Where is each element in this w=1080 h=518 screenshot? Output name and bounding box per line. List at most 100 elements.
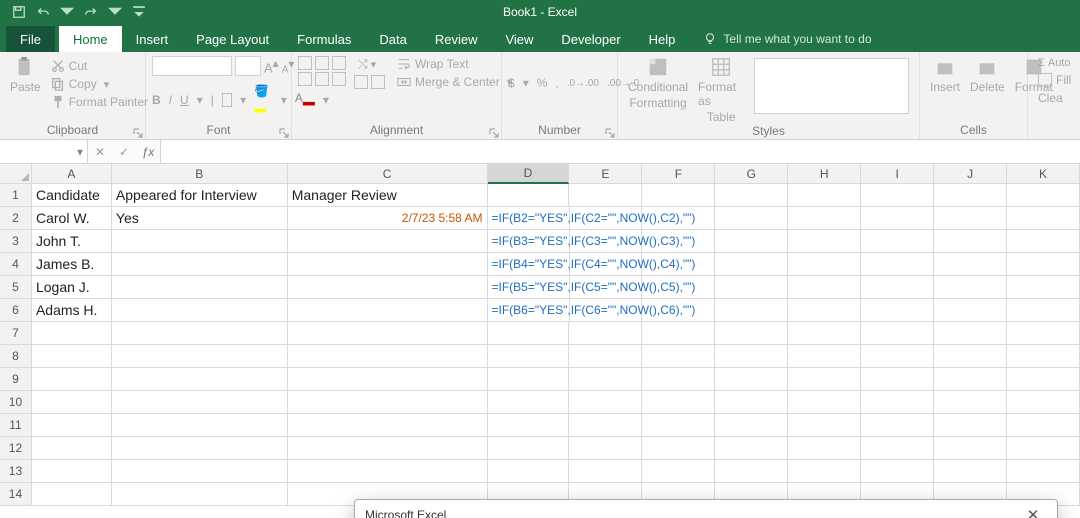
- chevron-down-icon[interactable]: ▾: [77, 145, 83, 159]
- worksheet-grid[interactable]: A B C D E F G H I J K 1CandidateAppeared…: [0, 164, 1080, 518]
- cell-A5[interactable]: Logan J.: [32, 276, 112, 299]
- cell-E13[interactable]: [569, 460, 642, 483]
- undo-icon[interactable]: [32, 1, 54, 23]
- cell-B7[interactable]: [112, 322, 288, 345]
- cell-B1[interactable]: Appeared for Interview: [112, 184, 288, 207]
- row-header[interactable]: 8: [0, 345, 32, 368]
- cell-F7[interactable]: [642, 322, 715, 345]
- cell-D4[interactable]: =IF(B4="YES",IF(C4="",NOW(),C4),""): [488, 253, 570, 276]
- cell-A10[interactable]: [32, 391, 112, 414]
- font-size-combo[interactable]: [235, 56, 261, 76]
- conditional-formatting-button[interactable]: Conditional Formatting: [624, 56, 692, 110]
- cell-C9[interactable]: [288, 368, 488, 391]
- cell-H6[interactable]: [788, 299, 861, 322]
- cell-I1[interactable]: [861, 184, 934, 207]
- cell-K6[interactable]: [1007, 299, 1080, 322]
- cell-H3[interactable]: [788, 230, 861, 253]
- align-mid-button[interactable]: [315, 56, 329, 70]
- cell-J4[interactable]: [934, 253, 1007, 276]
- clear-button[interactable]: Clea: [1034, 90, 1067, 106]
- cell-J11[interactable]: [934, 414, 1007, 437]
- cell-J5[interactable]: [934, 276, 1007, 299]
- cell-E9[interactable]: [569, 368, 642, 391]
- cell-J13[interactable]: [934, 460, 1007, 483]
- cell-I4[interactable]: [861, 253, 934, 276]
- cell-D8[interactable]: [488, 345, 570, 368]
- tab-developer[interactable]: Developer: [547, 26, 634, 52]
- increase-indent-button[interactable]: [371, 75, 385, 89]
- save-icon[interactable]: [8, 1, 30, 23]
- cell-A12[interactable]: [32, 437, 112, 460]
- tab-help[interactable]: Help: [635, 26, 690, 52]
- col-header-G[interactable]: G: [715, 164, 788, 184]
- format-as-table-button[interactable]: Format as Table: [694, 56, 748, 124]
- cell-J9[interactable]: [934, 368, 1007, 391]
- tell-me-search[interactable]: Tell me what you want to do: [689, 26, 885, 52]
- tab-review[interactable]: Review: [421, 26, 492, 52]
- cell-C13[interactable]: [288, 460, 488, 483]
- cell-A14[interactable]: [32, 483, 112, 506]
- decrease-indent-button[interactable]: [354, 75, 368, 89]
- cell-I10[interactable]: [861, 391, 934, 414]
- cell-H7[interactable]: [788, 322, 861, 345]
- cell-G10[interactable]: [715, 391, 788, 414]
- launcher-icon[interactable]: [133, 128, 143, 138]
- cell-C5[interactable]: [288, 276, 488, 299]
- col-header-H[interactable]: H: [788, 164, 861, 184]
- cell-C3[interactable]: [288, 230, 488, 253]
- cell-B6[interactable]: [112, 299, 288, 322]
- enter-formula-button[interactable]: ✓: [112, 140, 136, 163]
- cell-I11[interactable]: [861, 414, 934, 437]
- cell-C12[interactable]: [288, 437, 488, 460]
- cell-A11[interactable]: [32, 414, 112, 437]
- cell-C4[interactable]: [288, 253, 488, 276]
- col-header-D[interactable]: D: [488, 164, 570, 184]
- cell-A4[interactable]: James B.: [32, 253, 112, 276]
- launcher-icon[interactable]: [489, 128, 499, 138]
- cell-I8[interactable]: [861, 345, 934, 368]
- cell-J7[interactable]: [934, 322, 1007, 345]
- increase-decimal-button[interactable]: .0→.00: [567, 78, 599, 89]
- cell-K5[interactable]: [1007, 276, 1080, 299]
- col-header-K[interactable]: K: [1007, 164, 1080, 184]
- qat-customize-icon[interactable]: [128, 1, 150, 23]
- row-header[interactable]: 3: [0, 230, 32, 253]
- redo-icon[interactable]: [80, 1, 102, 23]
- cell-F12[interactable]: [642, 437, 715, 460]
- cell-D5[interactable]: =IF(B5="YES",IF(C5="",NOW(),C5),""): [488, 276, 570, 299]
- autosum-button[interactable]: Σ Auto: [1034, 56, 1074, 70]
- cell-G12[interactable]: [715, 437, 788, 460]
- cell-J3[interactable]: [934, 230, 1007, 253]
- cell-I13[interactable]: [861, 460, 934, 483]
- cell-I6[interactable]: [861, 299, 934, 322]
- cell-B13[interactable]: [112, 460, 288, 483]
- align-top-button[interactable]: [298, 56, 312, 70]
- cell-F1[interactable]: [642, 184, 715, 207]
- cell-K4[interactable]: [1007, 253, 1080, 276]
- row-header[interactable]: 9: [0, 368, 32, 391]
- cell-G3[interactable]: [715, 230, 788, 253]
- merge-center-button[interactable]: Merge & Center ▾: [393, 74, 516, 90]
- cell-B2[interactable]: Yes: [112, 207, 288, 230]
- cell-H2[interactable]: [788, 207, 861, 230]
- cell-D3[interactable]: =IF(B3="YES",IF(C3="",NOW(),C3),""): [488, 230, 570, 253]
- cell-H8[interactable]: [788, 345, 861, 368]
- cell-K2[interactable]: [1007, 207, 1080, 230]
- cell-F8[interactable]: [642, 345, 715, 368]
- tab-view[interactable]: View: [491, 26, 547, 52]
- cancel-formula-button[interactable]: ✕: [88, 140, 112, 163]
- row-header[interactable]: 5: [0, 276, 32, 299]
- format-painter-button[interactable]: Format Painter: [47, 94, 152, 110]
- cell-C2[interactable]: 2/7/23 5:58 AM: [288, 207, 488, 230]
- cell-D10[interactable]: [488, 391, 570, 414]
- cell-D12[interactable]: [488, 437, 570, 460]
- cell-I12[interactable]: [861, 437, 934, 460]
- cell-A8[interactable]: [32, 345, 112, 368]
- cell-H1[interactable]: [788, 184, 861, 207]
- cell-I9[interactable]: [861, 368, 934, 391]
- cell-H12[interactable]: [788, 437, 861, 460]
- cell-A13[interactable]: [32, 460, 112, 483]
- cell-H10[interactable]: [788, 391, 861, 414]
- col-header-B[interactable]: B: [112, 164, 288, 184]
- cell-K8[interactable]: [1007, 345, 1080, 368]
